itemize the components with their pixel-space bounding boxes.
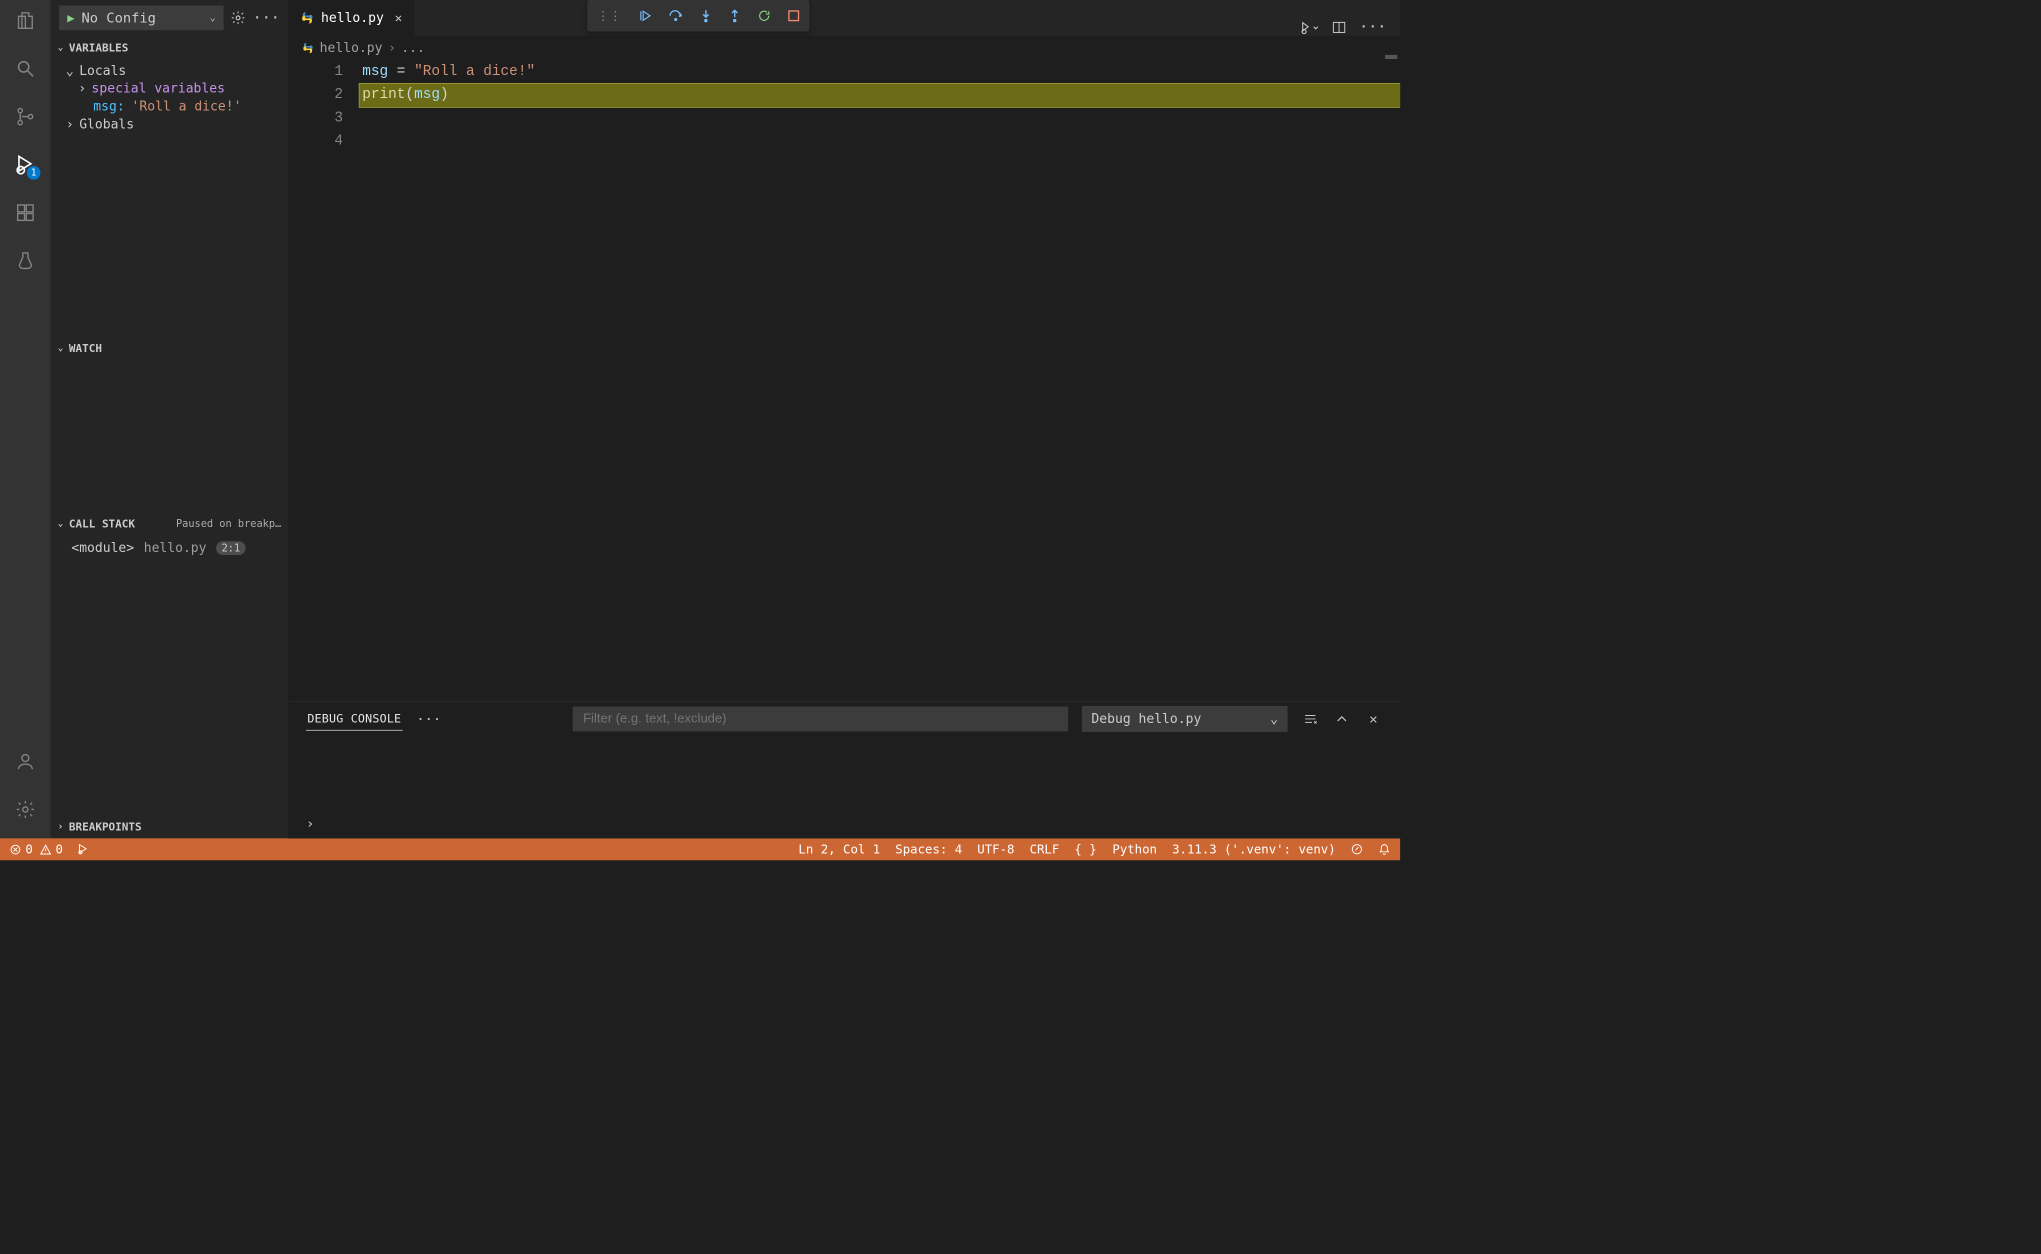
variables-scope-locals[interactable]: ⌄ Locals bbox=[51, 62, 288, 80]
status-indentation[interactable]: Spaces: 4 bbox=[895, 842, 962, 856]
stop-button[interactable] bbox=[788, 10, 800, 22]
debug-console-tab[interactable]: DEBUG CONSOLE bbox=[306, 708, 403, 731]
start-debug-icon: ▶ bbox=[67, 11, 74, 25]
callstack-status: Paused on breakp… bbox=[176, 517, 281, 529]
console-filter-input[interactable] bbox=[573, 707, 1068, 732]
accounts-icon[interactable] bbox=[13, 749, 38, 774]
code-line[interactable]: print(msg) bbox=[359, 84, 1400, 107]
status-feedback-icon[interactable] bbox=[1351, 843, 1363, 855]
chevron-right-icon: › bbox=[78, 81, 86, 96]
tab-hello-py[interactable]: hello.py ✕ bbox=[288, 0, 415, 36]
status-debug-indicator[interactable] bbox=[77, 843, 89, 855]
status-eol[interactable]: CRLF bbox=[1030, 842, 1060, 856]
minimap[interactable] bbox=[1385, 55, 1397, 59]
watch-header[interactable]: ⌄ WATCH bbox=[51, 336, 288, 359]
frame-name: <module> bbox=[71, 541, 134, 556]
activity-bar: 1 bbox=[0, 0, 51, 838]
code-line[interactable]: msg = "Roll a dice!" bbox=[359, 60, 1400, 83]
clear-console-icon[interactable] bbox=[1301, 710, 1319, 728]
gutter-line[interactable]: 2 bbox=[306, 84, 343, 107]
status-errors[interactable]: 0 bbox=[10, 842, 33, 856]
callstack-frame[interactable]: <module> hello.py 2:1 bbox=[51, 538, 288, 559]
code-editor[interactable]: 1234 msg = "Roll a dice!"print(msg) bbox=[288, 60, 1400, 701]
callstack-section: ⌄ CALL STACK Paused on breakp… <module> … bbox=[51, 512, 288, 815]
variable-name: msg: bbox=[93, 99, 124, 114]
debug-toolbar[interactable]: ⋮⋮ bbox=[587, 0, 809, 32]
breakpoints-header[interactable]: › BREAKPOINTS bbox=[51, 815, 288, 838]
extensions-icon[interactable] bbox=[13, 200, 38, 225]
search-icon[interactable] bbox=[13, 56, 38, 81]
collapse-panel-icon[interactable] bbox=[1333, 710, 1351, 728]
tabbar: hello.py ✕ ··· bbox=[288, 0, 1400, 36]
variable-row[interactable]: msg: 'Roll a dice!' bbox=[51, 97, 288, 115]
sidebar-overflow-icon[interactable]: ··· bbox=[253, 9, 280, 26]
editor-overflow-icon[interactable]: ··· bbox=[1359, 19, 1386, 36]
python-file-icon bbox=[302, 42, 314, 54]
breadcrumb-rest: ... bbox=[401, 40, 425, 55]
status-cursor-position[interactable]: Ln 2, Col 1 bbox=[798, 842, 880, 856]
gutter-line[interactable]: 1 bbox=[306, 60, 343, 83]
code-line[interactable] bbox=[359, 107, 1400, 130]
status-bar: 0 0 Ln 2, Col 1 Spaces: 4 UTF-8 CRLF { }… bbox=[0, 838, 1400, 860]
chevron-down-icon: ⌄ bbox=[1270, 711, 1278, 726]
chevron-right-icon: › bbox=[66, 117, 74, 132]
step-out-button[interactable] bbox=[729, 9, 741, 23]
chevron-down-icon: ⌄ bbox=[58, 42, 64, 53]
status-warnings[interactable]: 0 bbox=[40, 842, 63, 856]
settings-gear-icon[interactable] bbox=[13, 797, 38, 822]
callstack-header[interactable]: ⌄ CALL STACK Paused on breakp… bbox=[51, 512, 288, 535]
breadcrumbs[interactable]: hello.py › ... bbox=[288, 36, 1400, 61]
debug-badge: 1 bbox=[27, 166, 41, 180]
frame-file: hello.py bbox=[144, 541, 207, 556]
breadcrumb-separator: › bbox=[388, 40, 396, 55]
variables-special[interactable]: › special variables bbox=[51, 80, 288, 98]
tab-close-icon[interactable]: ✕ bbox=[395, 11, 402, 25]
status-notifications-icon[interactable] bbox=[1378, 843, 1390, 855]
gutter-line[interactable]: 4 bbox=[306, 130, 343, 153]
session-label: Debug hello.py bbox=[1091, 711, 1201, 726]
debug-settings-gear-icon[interactable] bbox=[231, 10, 246, 25]
panel-overflow-icon[interactable]: ··· bbox=[416, 711, 441, 727]
status-encoding[interactable]: UTF-8 bbox=[977, 842, 1014, 856]
python-file-icon bbox=[300, 11, 314, 25]
debug-sidebar-header: ▶ No Config ⌄ ··· bbox=[51, 0, 288, 36]
variables-header[interactable]: ⌄ VARIABLES bbox=[51, 36, 288, 59]
source-control-icon[interactable] bbox=[13, 104, 38, 129]
debug-session-selector[interactable]: Debug hello.py ⌄ bbox=[1082, 706, 1288, 732]
step-into-button[interactable] bbox=[700, 9, 712, 23]
repl-prompt-icon[interactable]: › bbox=[306, 815, 314, 831]
chevron-right-icon: › bbox=[58, 821, 64, 832]
code-line[interactable] bbox=[359, 130, 1400, 153]
status-language[interactable]: { } Python bbox=[1074, 842, 1157, 856]
toolbar-grip-icon[interactable]: ⋮⋮ bbox=[597, 9, 622, 23]
bottom-panel: DEBUG CONSOLE ··· Debug hello.py ⌄ ✕ › bbox=[288, 701, 1400, 838]
chevron-down-icon: ⌄ bbox=[58, 518, 64, 529]
debug-config-label: No Config bbox=[82, 10, 203, 26]
editor-area: hello.py ✕ ··· ⋮⋮ bbox=[288, 0, 1400, 838]
watch-section: ⌄ WATCH bbox=[51, 336, 288, 512]
variables-scope-globals[interactable]: › Globals bbox=[51, 115, 288, 133]
variables-section: ⌄ VARIABLES ⌄ Locals › special variables… bbox=[51, 36, 288, 336]
chevron-down-icon: ⌄ bbox=[210, 12, 216, 23]
step-over-button[interactable] bbox=[668, 9, 683, 23]
debug-config-selector[interactable]: ▶ No Config ⌄ bbox=[59, 5, 224, 30]
split-editor-icon[interactable] bbox=[1332, 20, 1347, 35]
gutter-line[interactable]: 3 bbox=[306, 107, 343, 130]
testing-icon[interactable] bbox=[13, 248, 38, 273]
restart-button[interactable] bbox=[757, 9, 771, 23]
variable-value: 'Roll a dice!' bbox=[132, 99, 242, 114]
run-dropdown-icon[interactable] bbox=[1300, 20, 1319, 35]
tab-title: hello.py bbox=[321, 10, 384, 25]
breadcrumb-file: hello.py bbox=[320, 40, 383, 55]
continue-button[interactable] bbox=[638, 9, 652, 23]
close-panel-icon[interactable]: ✕ bbox=[1364, 710, 1382, 728]
debug-sidebar: ▶ No Config ⌄ ··· ⌄ VARIABLES ⌄ Locals › bbox=[51, 0, 288, 838]
frame-position: 2:1 bbox=[216, 541, 246, 555]
breakpoints-section: › BREAKPOINTS bbox=[51, 815, 288, 838]
chevron-down-icon: ⌄ bbox=[66, 63, 74, 78]
chevron-down-icon: ⌄ bbox=[58, 342, 64, 353]
explorer-icon[interactable] bbox=[13, 8, 38, 33]
run-debug-icon[interactable]: 1 bbox=[13, 152, 38, 177]
status-interpreter[interactable]: 3.11.3 ('.venv': venv) bbox=[1172, 842, 1336, 856]
